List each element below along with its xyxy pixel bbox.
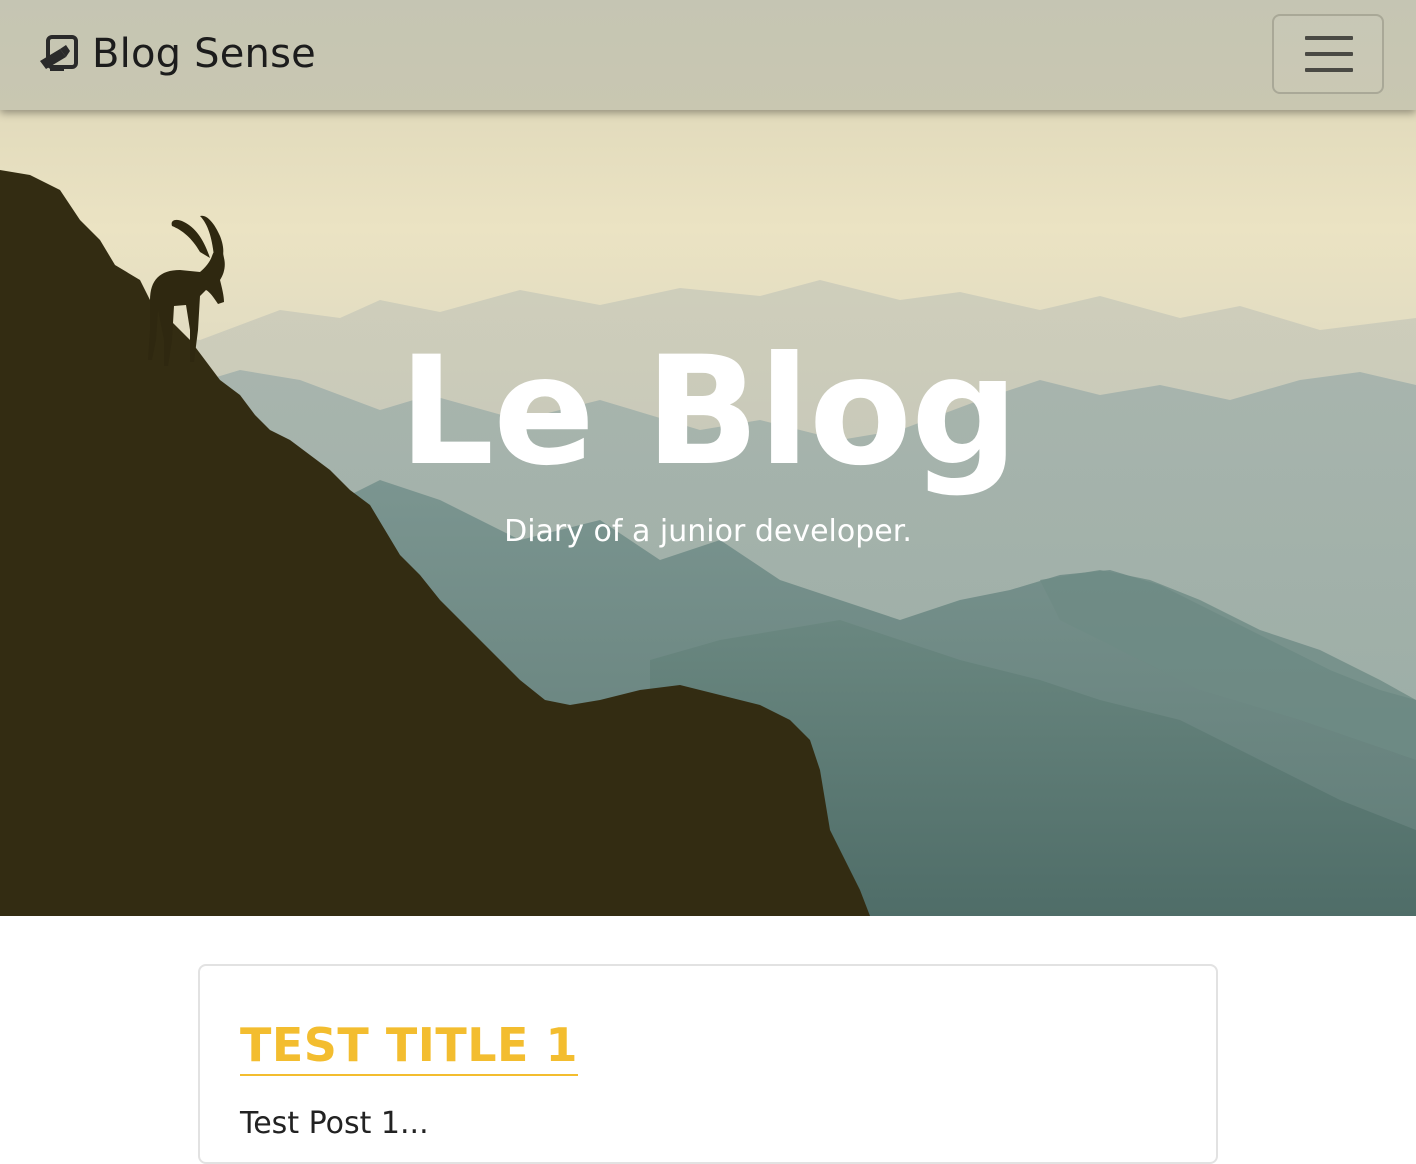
pencil-square-icon xyxy=(36,31,82,77)
post-excerpt: Test Post 1... xyxy=(240,1106,429,1141)
post-title-link[interactable]: TEST TITLE 1 xyxy=(240,1016,578,1076)
brand-link[interactable]: Blog Sense xyxy=(36,28,316,80)
hamburger-menu-icon xyxy=(1305,36,1353,72)
navbar: Blog Sense xyxy=(0,0,1416,110)
hero-title: Le Blog xyxy=(398,325,1019,499)
brand-label: Blog Sense xyxy=(92,31,316,77)
menu-toggle-button[interactable] xyxy=(1272,14,1384,94)
post-card: TEST TITLE 1 Test Post 1... xyxy=(198,964,1218,1164)
hero-subtitle: Diary of a junior developer. xyxy=(504,514,912,549)
